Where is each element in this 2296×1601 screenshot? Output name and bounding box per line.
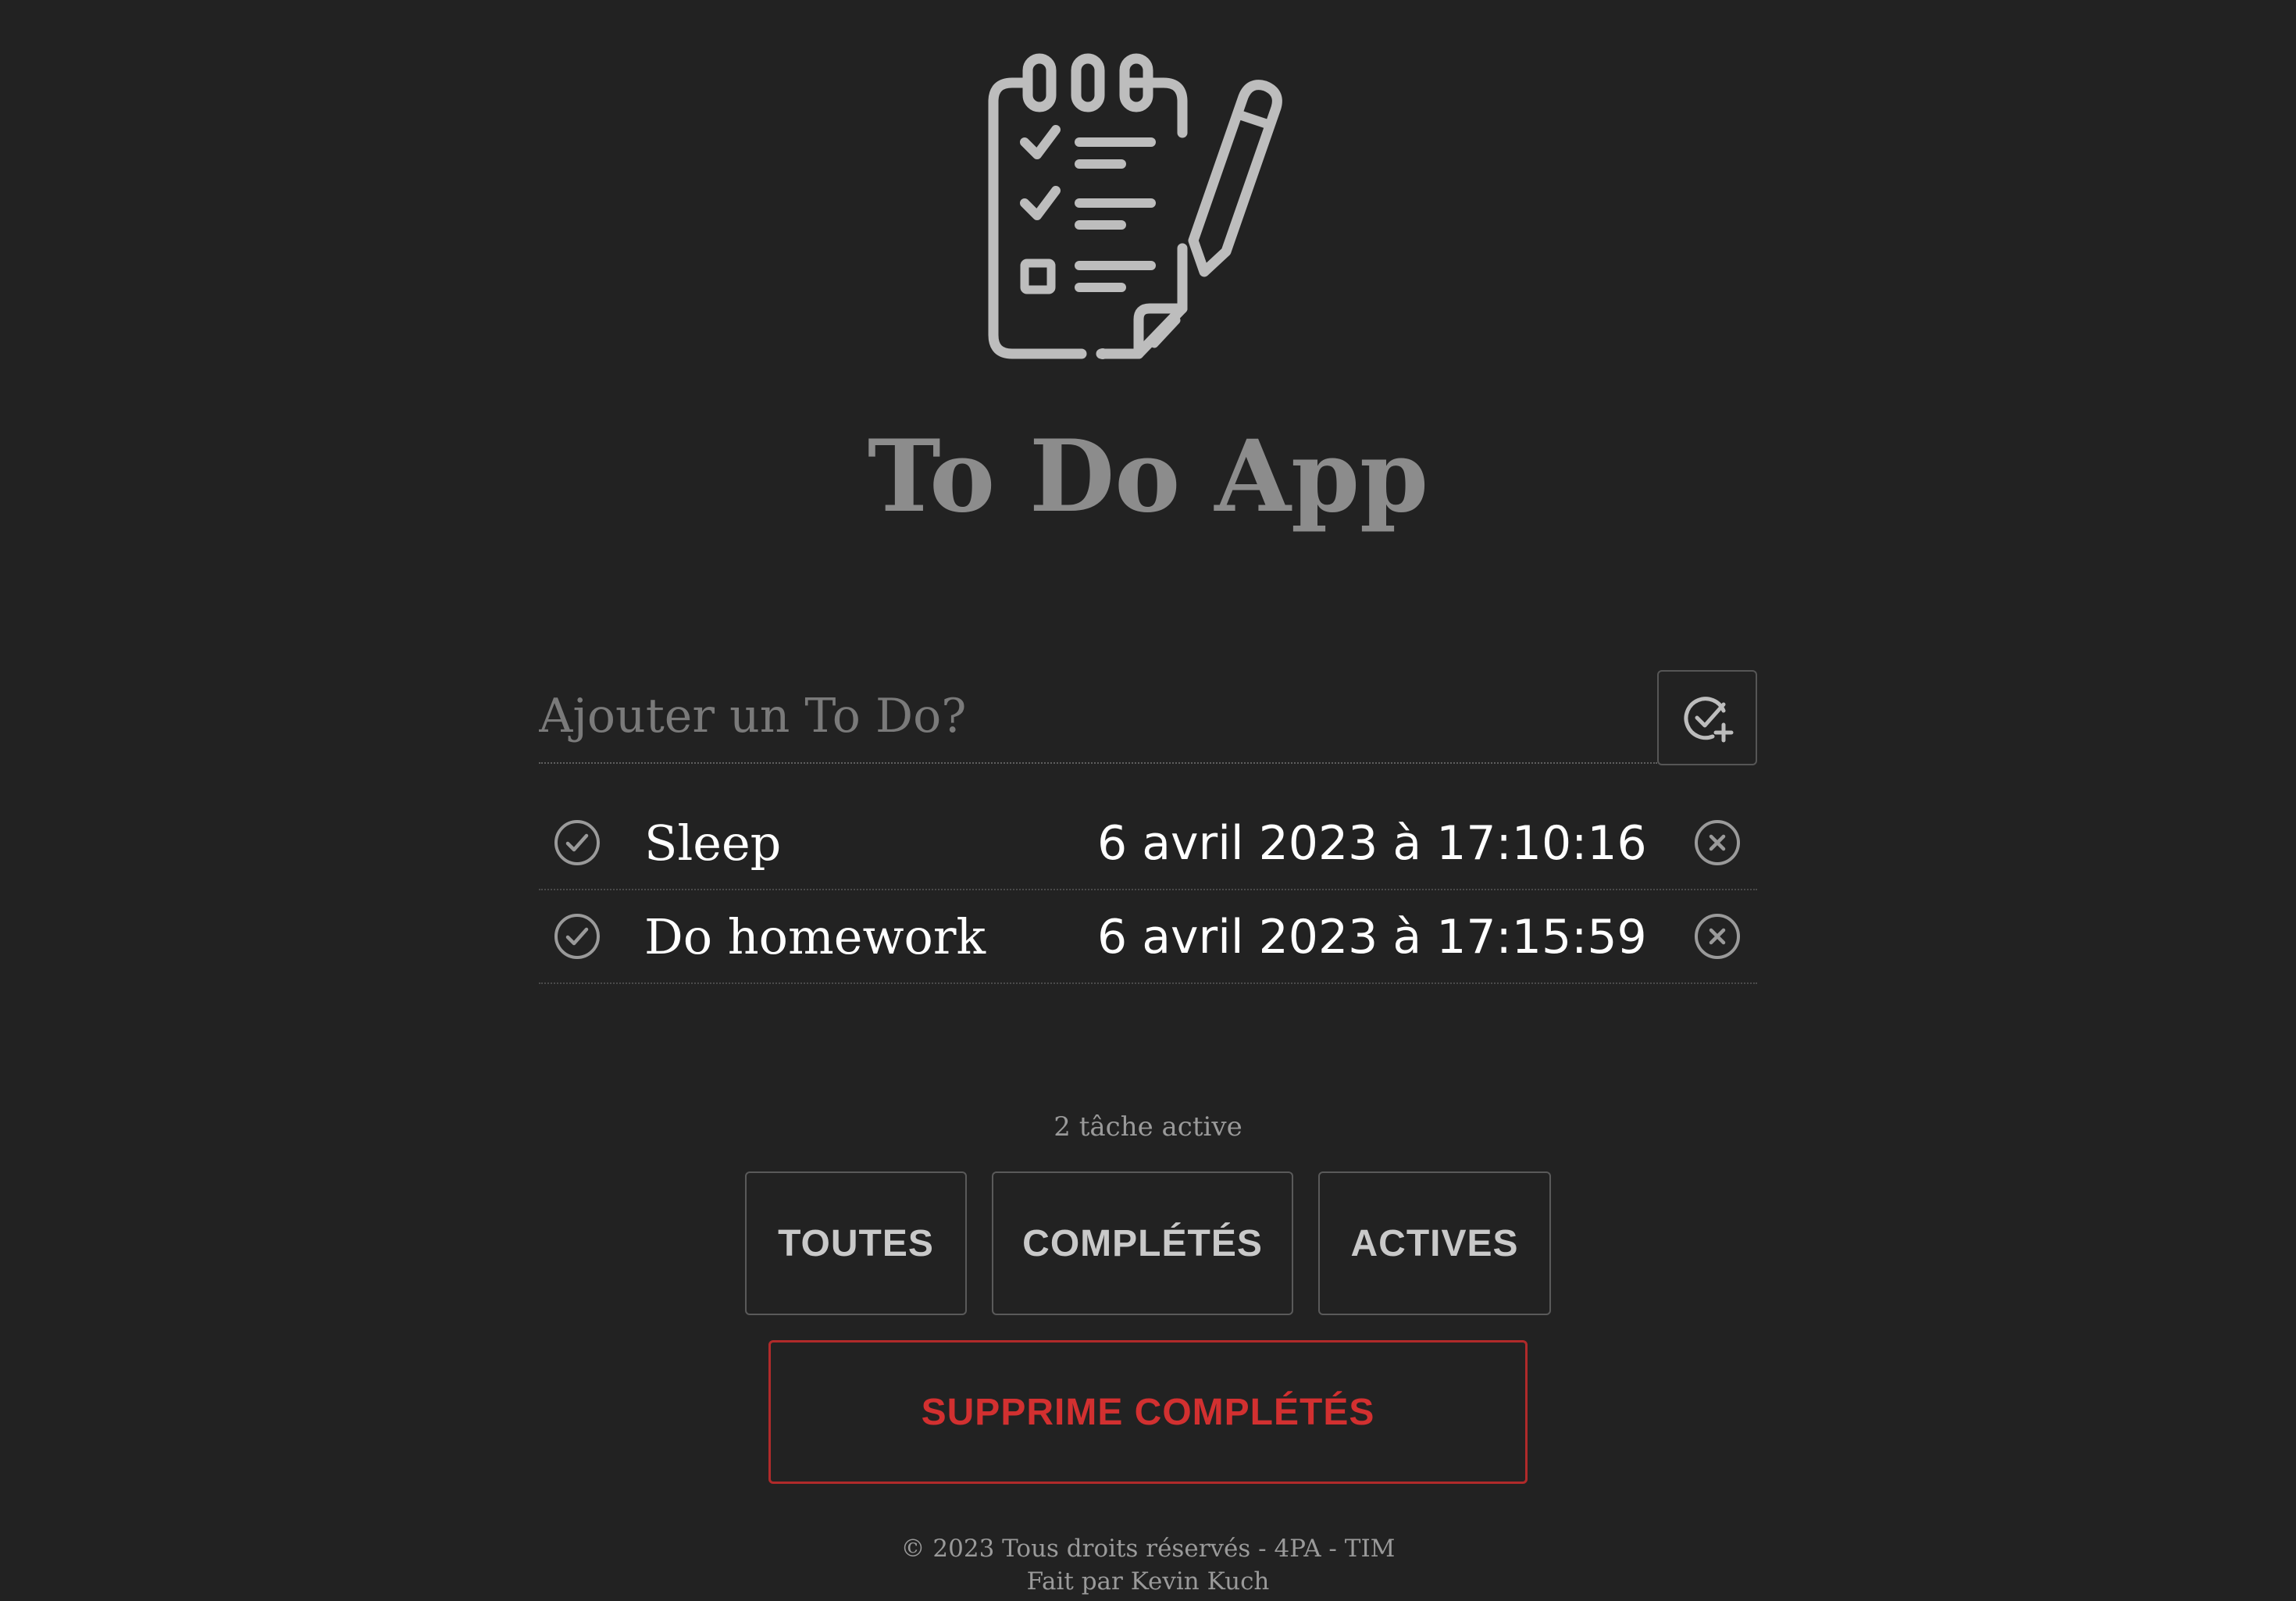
active-count: 2 tâche active [1054,1111,1242,1143]
todo-item: Sleep 6 avril 2023 à 17:10:16 [539,797,1757,890]
filter-completed-button[interactable]: COMPLÉTÉS [992,1171,1293,1315]
todo-input[interactable] [539,670,1657,764]
check-circle-icon[interactable] [553,912,601,961]
delete-circle-icon[interactable] [1693,818,1742,867]
todo-item: Do homework 6 avril 2023 à 17:15:59 [539,890,1757,984]
todo-list: Sleep 6 avril 2023 à 17:10:16 Do homewor… [539,797,1757,984]
filter-all-button[interactable]: TOUTES [745,1171,967,1315]
check-circle-icon[interactable] [553,818,601,867]
todo-date: 6 avril 2023 à 17:15:59 [1097,910,1647,965]
todo-text[interactable]: Do homework [644,906,986,968]
app-title: To Do App [867,419,1429,534]
delete-circle-icon[interactable] [1693,912,1742,961]
copyright-text: © 2023 Tous droits réservés - 4PA - TIM [900,1535,1396,1563]
author-text: Fait par Kevin Kuch [1026,1567,1270,1596]
filter-active-button[interactable]: ACTIVES [1318,1171,1551,1315]
check-circle-plus-icon [1684,697,1734,743]
todo-text[interactable]: Sleep [644,812,781,875]
footer: © 2023 Tous droits réservés - 4PA - TIM … [0,1532,2296,1598]
add-todo-button[interactable] [1657,670,1757,765]
clear-completed-button[interactable]: SUPPRIME COMPLÉTÉS [768,1340,1528,1484]
add-todo-form [539,670,1757,765]
todo-date: 6 avril 2023 à 17:10:16 [1097,816,1647,871]
clipboard-checklist-icon [984,47,1312,367]
